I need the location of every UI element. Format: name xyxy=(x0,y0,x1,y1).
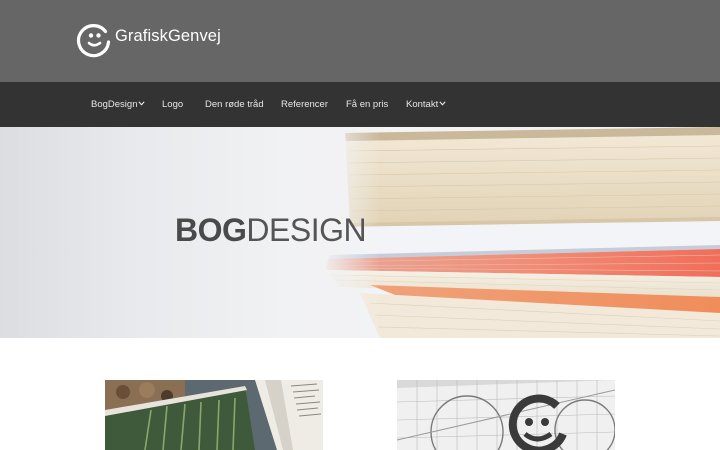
nav-item-kontakt[interactable]: Kontakt xyxy=(406,82,446,127)
nav-item-referencer[interactable]: Referencer xyxy=(281,82,328,127)
hero-banner: BOGDESIGN xyxy=(0,127,720,338)
logo-sketch-thumbnail xyxy=(397,380,615,450)
hero-title-light: DESIGN xyxy=(246,212,367,248)
main-navigation: BogDesign Logo Den røde tråd Referencer … xyxy=(0,82,720,127)
nav-item-label: BogDesign xyxy=(91,99,138,110)
nav-item-label: Referencer xyxy=(281,99,328,110)
chevron-down-icon xyxy=(138,101,146,106)
chevron-down-icon xyxy=(439,101,446,106)
nav-item-logo[interactable]: Logo xyxy=(162,82,183,127)
nav-item-label: Få en pris xyxy=(346,99,389,110)
nav-item-den-roede-traad[interactable]: Den røde tråd xyxy=(205,82,264,127)
hero-title: BOGDESIGN xyxy=(175,212,367,249)
nav-item-label: Kontakt xyxy=(406,99,439,110)
book-photo-thumbnail xyxy=(105,380,323,450)
nav-item-bogdesign[interactable]: BogDesign xyxy=(91,82,146,127)
nav-item-label: Den røde tråd xyxy=(205,99,264,110)
logo-design-card-image[interactable] xyxy=(397,380,615,450)
hero-title-bold: BOG xyxy=(175,212,247,248)
nav-item-faa-en-pris[interactable]: Få en pris xyxy=(346,82,388,127)
smiley-g-logo-icon xyxy=(76,24,111,58)
book-design-card-image[interactable] xyxy=(105,380,323,450)
nav-item-label: Logo xyxy=(162,99,184,110)
site-logo[interactable]: GrafiskGenvej xyxy=(76,22,221,58)
brand-name: GrafiskGenvej xyxy=(115,27,221,45)
site-header: GrafiskGenvej xyxy=(0,0,720,82)
